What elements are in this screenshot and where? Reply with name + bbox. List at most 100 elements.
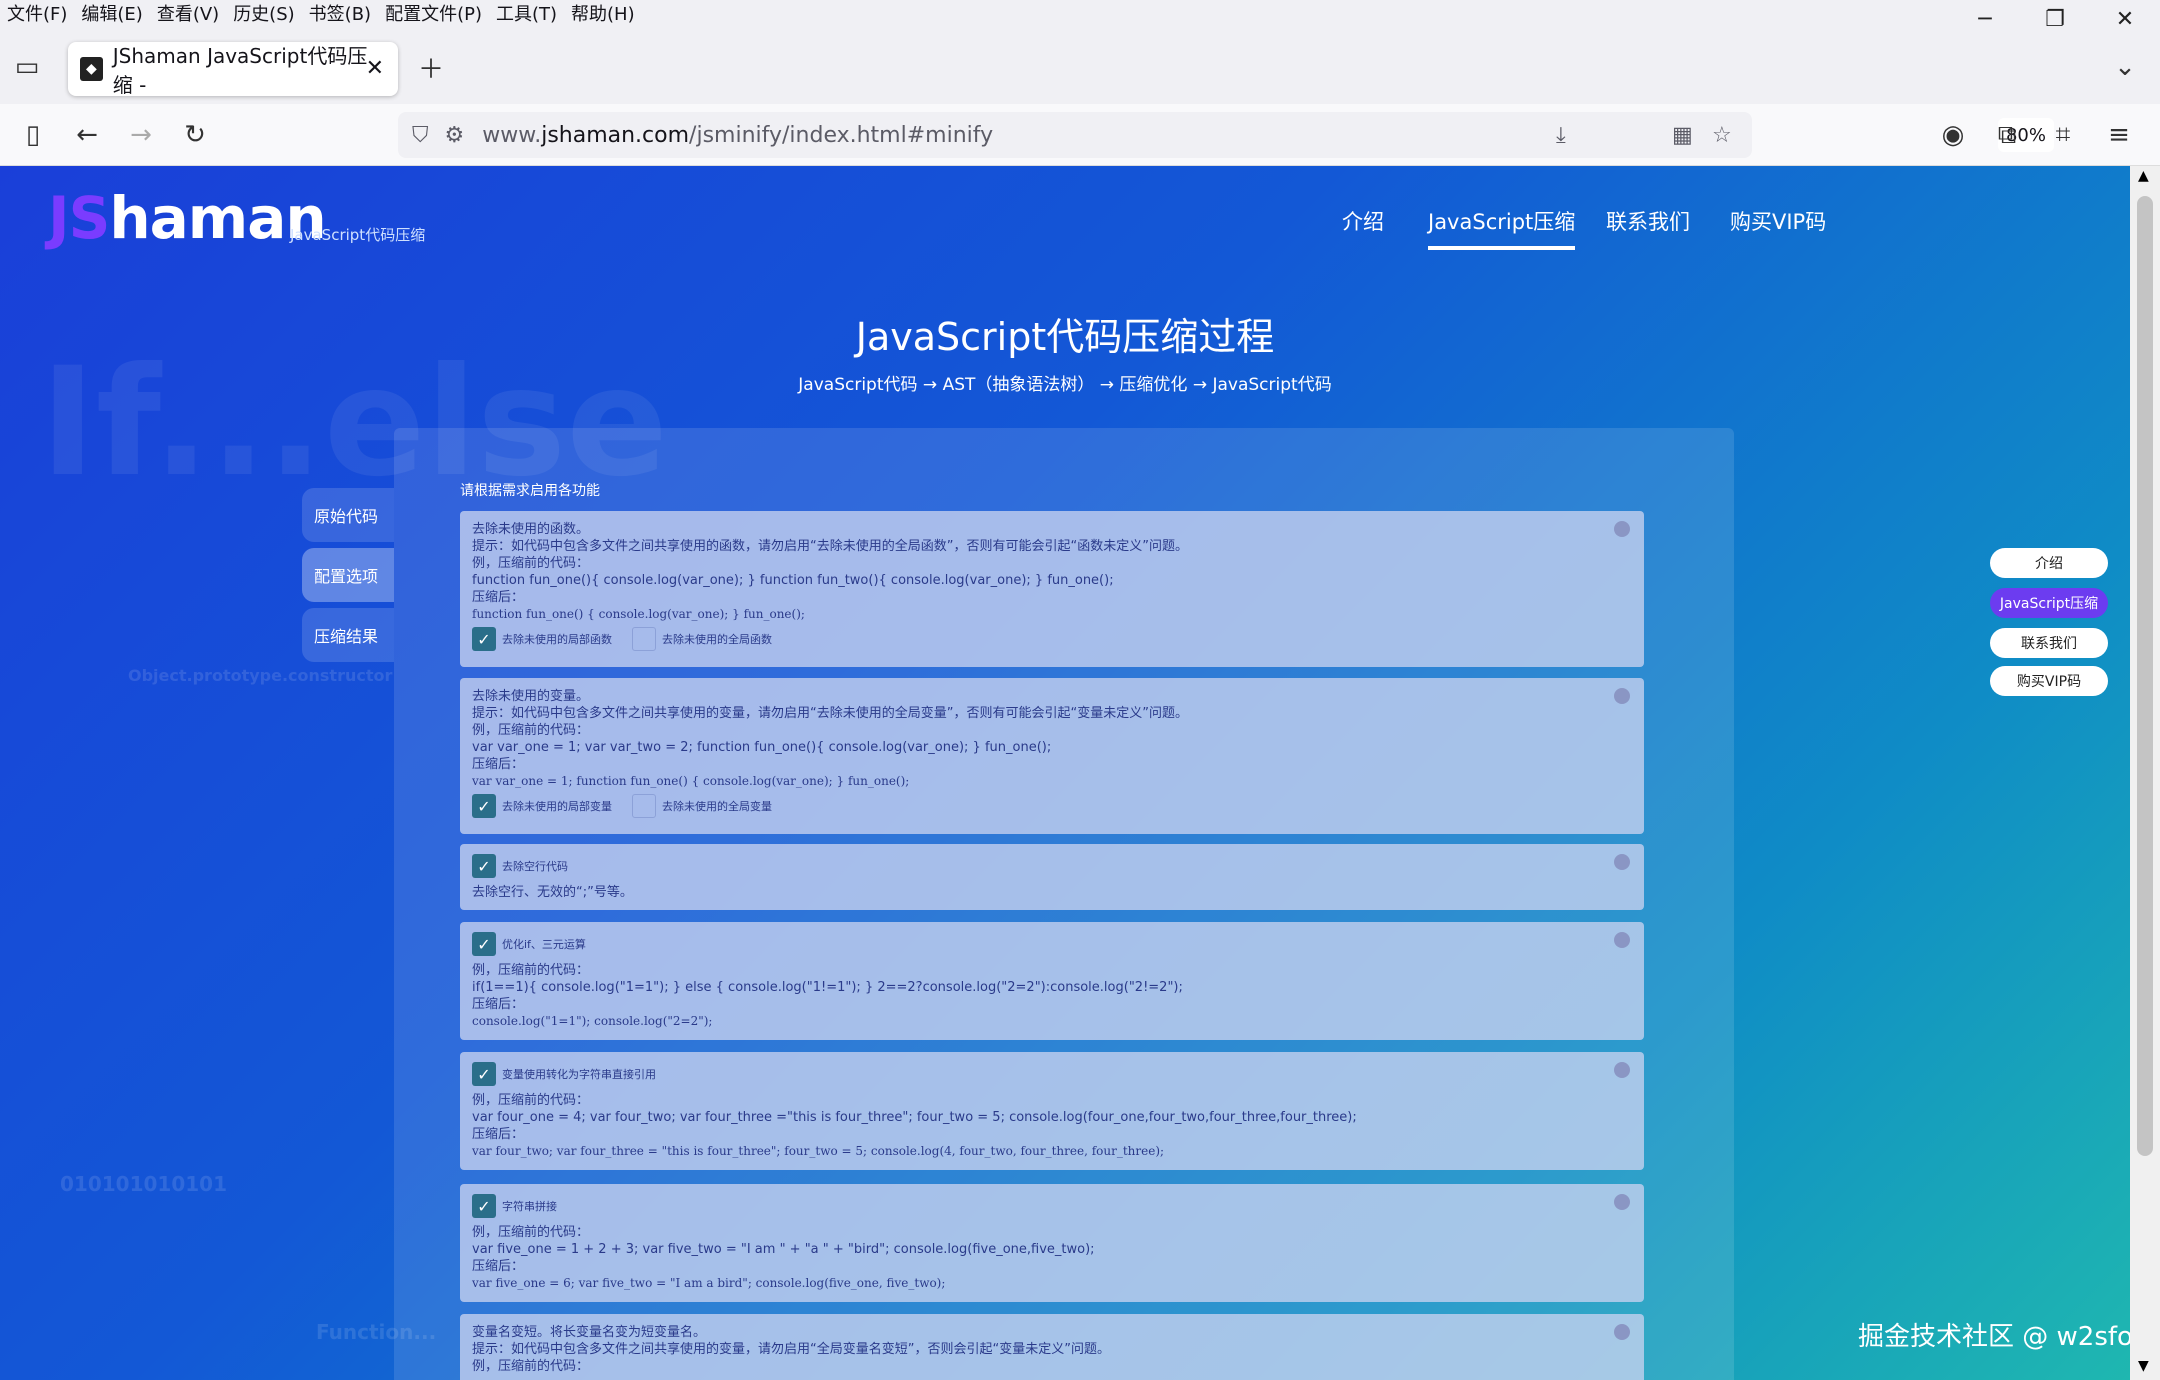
option-label: 字符串拼接	[502, 1199, 557, 1213]
option-checkbox[interactable]	[632, 794, 656, 818]
site-favicon-icon: ◆	[80, 57, 103, 81]
bg-text-object: Object.prototype.constructor	[128, 666, 393, 685]
watermark: 掘金技术社区 @ w2sfot	[1858, 1322, 2144, 1352]
card-text-line: 压缩后：	[472, 757, 525, 772]
help-icon[interactable]	[1614, 688, 1630, 704]
option-label: 去除未使用的局部变量	[502, 799, 612, 813]
list-tabs-icon[interactable]: ⌄	[2106, 48, 2144, 86]
menu-item[interactable]: 查看(V)	[150, 0, 226, 30]
card-text-line: 去除未使用的变量。	[472, 689, 590, 704]
forward-icon[interactable]: →	[122, 116, 160, 154]
option-checkbox[interactable]	[632, 627, 656, 651]
page-subtitle: JavaScript代码 → AST（抽象语法树） → 压缩优化 → JavaS…	[798, 375, 1332, 395]
nav-buy-vip[interactable]: 购买VIP码	[1730, 206, 1826, 236]
menu-item[interactable]: 书签(B)	[302, 0, 378, 30]
card-text-line: 压缩后：	[472, 590, 525, 605]
reload-icon[interactable]: ↻	[176, 116, 214, 154]
tab-title: JShaman JavaScript代码压缩 -	[112, 44, 368, 97]
help-icon[interactable]	[1614, 1324, 1630, 1340]
close-tab-icon[interactable]: ✕	[366, 56, 384, 81]
help-icon[interactable]	[1614, 521, 1630, 537]
menu-item[interactable]: 帮助(H)	[564, 0, 642, 30]
menu-item[interactable]: 编辑(E)	[74, 0, 149, 30]
card-text-line: var five_one = 1 + 2 + 3; var five_two =…	[472, 1242, 1095, 1257]
url-path: /jsminify/index.html#minify	[689, 122, 994, 148]
tab-strip: ▭ ◆ JShaman JavaScript代码压缩 - ✕ ＋ ⌄	[0, 30, 2160, 104]
crop-icon[interactable]: ⌗	[2044, 116, 2082, 154]
scroll-down-icon[interactable]: ▼	[2138, 1358, 2149, 1374]
browser-tab[interactable]: ◆ JShaman JavaScript代码压缩 - ✕	[68, 42, 398, 97]
extensions-icon[interactable]: ⧉	[1988, 116, 2026, 154]
option-checkbox[interactable]: ✓	[472, 1062, 496, 1086]
url-domain: jshaman.com	[541, 122, 690, 148]
option-checkbox[interactable]: ✓	[472, 932, 496, 956]
bookmark-star-icon[interactable]: ☆	[1712, 123, 1732, 148]
navigation-bar: ▯ ← → ↻ ⛉ ⚙ www. jshaman.com/jsminify/ind…	[0, 104, 2160, 166]
option-card: ✓ 优化if、三元运算例，压缩前的代码： if(1==1){ console.log…	[460, 922, 1644, 1040]
web-page: If...else Object.prototype.constructor 0…	[0, 166, 2130, 1380]
side-nav-contact[interactable]: 联系我们	[1990, 628, 2108, 658]
card-text-line: 例，压缩前的代码：	[472, 963, 590, 978]
page-title: JavaScript代码压缩过程	[855, 315, 1275, 359]
option-checkbox[interactable]: ✓	[472, 854, 496, 878]
side-nav-intro[interactable]: 介绍	[1990, 548, 2108, 578]
option-card: ✓ 字符串拼接例，压缩前的代码： var five_one = 1 + 2 + 3;…	[460, 1184, 1644, 1302]
option-checkbox[interactable]: ✓	[472, 1194, 496, 1218]
help-icon[interactable]	[1614, 932, 1630, 948]
scrollbar-thumb[interactable]	[2137, 196, 2153, 1156]
nav-js-minify[interactable]: JavaScript压缩	[1428, 206, 1576, 250]
menu-item[interactable]: 配置文件(P)	[378, 0, 489, 30]
help-icon[interactable]	[1614, 1062, 1630, 1078]
card-text-line: 压缩后：	[472, 1127, 525, 1142]
menu-item[interactable]: 工具(T)	[489, 0, 564, 30]
logo-subtitle: JavaScript代码压缩	[290, 226, 426, 244]
tab-minify-result[interactable]: 压缩结果	[302, 608, 394, 662]
nav-contact[interactable]: 联系我们	[1606, 206, 1690, 236]
tab-original-code[interactable]: 原始代码	[302, 488, 394, 542]
card-text-line: 例，压缩前的代码：	[472, 1225, 590, 1240]
site-logo[interactable]: JShaman	[48, 184, 327, 252]
card-text-line: if(1==1){ console.log("1=1"); } else { c…	[472, 980, 1183, 995]
card-text-line: 提示：如代码中包含多文件之间共享使用的函数，请勿启用“去除未使用的全局函数”，否…	[472, 539, 1188, 554]
sidebar-toggle-icon[interactable]: ▯	[14, 116, 52, 154]
tab-overview-icon[interactable]: ▭	[8, 48, 46, 86]
app-menu-icon[interactable]: ≡	[2100, 116, 2138, 154]
nav-intro[interactable]: 介绍	[1342, 206, 1384, 236]
option-card: 去除未使用的函数。 提示：如代码中包含多文件之间共享使用的函数，请勿启用“去除未使…	[460, 511, 1644, 667]
new-tab-icon[interactable]: ＋	[412, 48, 450, 86]
option-checkbox[interactable]: ✓	[472, 627, 496, 651]
option-label: 优化if、三元运算	[502, 937, 586, 951]
page-scrollbar[interactable]: ▲ ▼	[2130, 166, 2160, 1380]
card-text-line: 例，压缩前的代码：	[472, 723, 590, 738]
card-text-line: 提示：如代码中包含多文件之间共享使用的变量，请勿启用“去除未使用的全局变量”，否…	[472, 706, 1188, 721]
option-card: 变量名变短。将长变量名变为短变量名。 提示：如代码中包含多文件之间共享使用的变量，…	[460, 1314, 1644, 1380]
code-after: console.log("1=1"); console.log("2=2");	[472, 1014, 713, 1028]
side-nav-buy-vip[interactable]: 购买VIP码	[1990, 666, 2108, 696]
card-text-line: 压缩后：	[472, 1259, 525, 1274]
side-nav-js-minify[interactable]: JavaScript压缩	[1990, 588, 2108, 618]
card-text-line: var four_one = 4; var four_two; var four…	[472, 1110, 1357, 1125]
code-after: var var_one = 1; function fun_one() { co…	[472, 774, 910, 788]
qr-code-icon[interactable]: ▦	[1672, 123, 1693, 148]
code-after: var five_one = 6; var five_two = "I am a…	[472, 1276, 946, 1290]
option-label: 去除未使用的全局函数	[662, 632, 772, 646]
menu-bar: 文件(F) 编辑(E) 查看(V) 历史(S) 书签(B) 配置文件(P) 工具(T) 帮助(…	[0, 0, 2160, 30]
tab-config-options[interactable]: 配置选项	[302, 548, 394, 602]
option-label: 去除未使用的全局变量	[662, 799, 772, 813]
menu-item[interactable]: 文件(F)	[0, 0, 74, 30]
account-icon[interactable]: ◉	[1934, 116, 1972, 154]
option-label: 去除空行代码	[502, 859, 568, 873]
download-icon[interactable]: ⤓	[1556, 123, 1566, 148]
back-icon[interactable]: ←	[68, 116, 106, 154]
help-icon[interactable]	[1614, 854, 1630, 870]
panel-label: 请根据需求启用各功能	[460, 483, 600, 499]
option-checkbox[interactable]: ✓	[472, 794, 496, 818]
scroll-up-icon[interactable]: ▲	[2138, 168, 2149, 184]
card-text-line: 压缩后：	[472, 997, 525, 1012]
option-card: ✓ 变量使用转化为字符串直接引用 例，压缩前的代码： var four_one = 4…	[460, 1052, 1644, 1170]
permissions-icon[interactable]: ⚙	[445, 123, 465, 148]
help-icon[interactable]	[1614, 1194, 1630, 1210]
url-bar[interactable]: ⛉ ⚙ www. jshaman.com/jsminify/index.html#…	[398, 112, 2054, 158]
menu-item[interactable]: 历史(S)	[226, 0, 301, 30]
shield-icon[interactable]: ⛉	[412, 123, 429, 148]
